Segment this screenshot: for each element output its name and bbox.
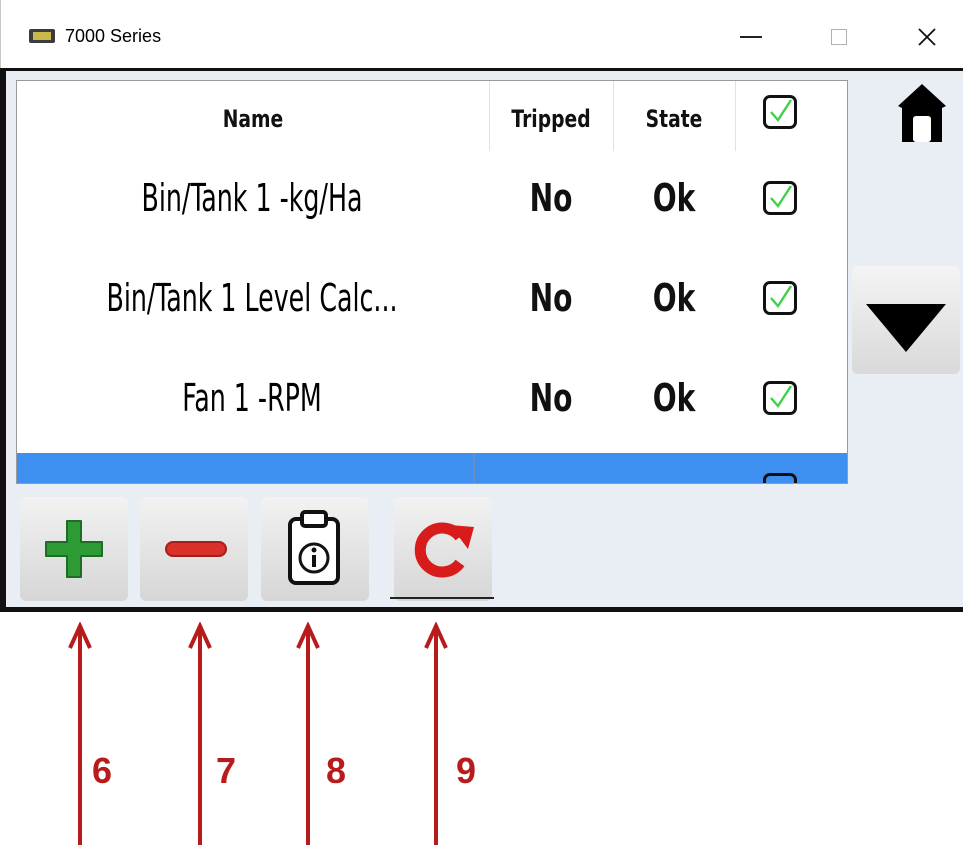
maximize-button[interactable]: [819, 18, 859, 54]
minimize-icon: [740, 35, 762, 38]
triangle-down-icon: [866, 304, 946, 352]
plus-icon: [45, 520, 103, 578]
row-checkbox[interactable]: [763, 181, 797, 215]
row-tripped: No: [529, 176, 573, 220]
column-divider: [489, 81, 490, 151]
row-name: Bin/Tank 1 Level Calc...: [106, 276, 398, 320]
row-state: Ok: [652, 176, 696, 220]
table-row[interactable]: Bin/Tank 1 Level Calc... No Ok: [17, 251, 847, 345]
minus-icon: [165, 541, 227, 557]
info-button[interactable]: [261, 497, 369, 601]
column-header-name[interactable]: Name: [69, 81, 437, 151]
sensor-table: Name Tripped State Bin/Tank 1 -kg/Ha No …: [16, 80, 848, 484]
checkmark-icon: [770, 285, 793, 308]
table-row[interactable]: Fan 1 -RPM No Ok: [17, 351, 847, 445]
row-checkbox[interactable]: [763, 473, 797, 483]
close-button[interactable]: [907, 18, 947, 54]
column-header-state[interactable]: State: [626, 81, 721, 151]
app-icon: [29, 29, 55, 43]
checkmark-icon: [770, 99, 793, 122]
title-bar: 7000 Series: [1, 0, 963, 68]
add-button[interactable]: [20, 497, 128, 601]
callout-label: 7: [216, 750, 237, 791]
refresh-icon: [414, 522, 474, 578]
close-icon: [918, 28, 936, 46]
clipboard-info-icon: [288, 510, 340, 585]
refresh-button[interactable]: [394, 497, 492, 601]
column-divider: [473, 453, 475, 483]
row-checkbox[interactable]: [763, 281, 797, 315]
annotation-arrow-icon: [296, 622, 320, 845]
home-button[interactable]: [896, 80, 948, 144]
selected-table-row[interactable]: [17, 453, 847, 483]
maximize-icon: [831, 28, 847, 45]
row-state: Ok: [652, 276, 696, 320]
checkmark-icon: [770, 385, 793, 408]
table-row[interactable]: Bin/Tank 1 -kg/Ha No Ok: [17, 151, 847, 245]
callout-label: 9: [456, 750, 477, 791]
column-divider: [735, 81, 736, 151]
remove-button[interactable]: [140, 497, 248, 601]
checkmark-icon: [770, 185, 793, 208]
row-tripped: No: [529, 376, 573, 420]
home-icon: [898, 84, 946, 142]
select-all-checkbox[interactable]: [763, 95, 797, 129]
scroll-down-button[interactable]: [852, 266, 960, 374]
annotation-arrow-icon: [188, 622, 212, 845]
table-header: Name Tripped State: [17, 81, 847, 151]
callout-label: 8: [326, 750, 347, 791]
annotation-arrow-icon: [424, 622, 448, 845]
row-name: Bin/Tank 1 -kg/Ha: [141, 176, 363, 220]
row-name: Fan 1 -RPM: [182, 376, 322, 420]
row-state: Ok: [652, 376, 696, 420]
callout-label: 6: [92, 750, 113, 791]
annotation-arrow-icon: [68, 622, 92, 845]
row-tripped: No: [529, 276, 573, 320]
focus-underline: [390, 597, 494, 599]
row-checkbox[interactable]: [763, 381, 797, 415]
column-header-tripped[interactable]: Tripped: [503, 81, 600, 151]
column-divider: [613, 81, 614, 151]
minimize-button[interactable]: [731, 18, 771, 54]
window-title: 7000 Series: [65, 26, 162, 46]
